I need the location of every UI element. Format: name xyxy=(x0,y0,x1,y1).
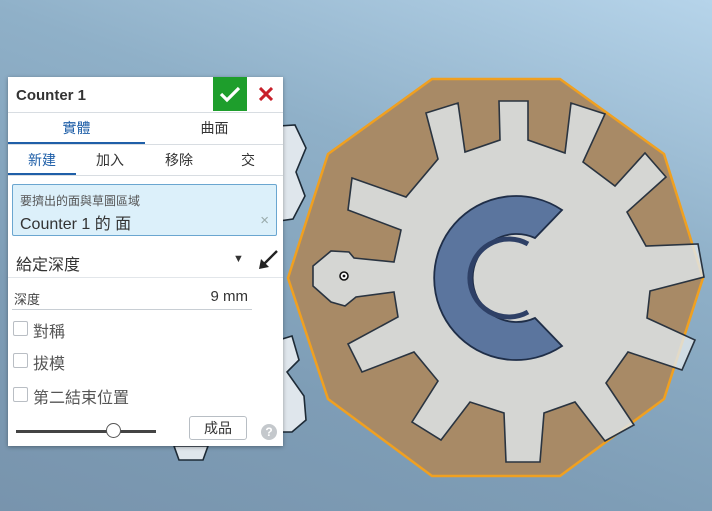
tab-solid[interactable]: 實體 xyxy=(8,113,145,144)
end-type-dropdown[interactable]: 給定深度 ▼ xyxy=(8,245,283,278)
tab-new[interactable]: 新建 xyxy=(8,145,76,175)
tab-add[interactable]: 加入 xyxy=(76,145,144,175)
rollback-slider-thumb[interactable] xyxy=(106,423,121,438)
panel-header: Counter 1 xyxy=(8,77,283,113)
second-end-checkbox[interactable] xyxy=(13,387,28,402)
final-button[interactable]: 成品 xyxy=(189,416,247,440)
cancel-button[interactable] xyxy=(249,77,283,111)
tab-surface[interactable]: 曲面 xyxy=(146,113,283,144)
extrude-feature-panel: Counter 1 實體 曲面 新建 加入 移除 交 要擠出的面與草圖區域 Co… xyxy=(8,77,283,446)
selection-field-label: 要擠出的面與草圖區域 xyxy=(20,194,141,208)
selected-face-item[interactable]: Counter 1 的 面 xyxy=(20,210,131,234)
depth-input-row[interactable]: 深度 9 mm xyxy=(12,283,252,310)
tab-intersect[interactable]: 交 xyxy=(214,145,282,175)
help-icon[interactable]: ? xyxy=(261,424,277,440)
end-type-value: 給定深度 xyxy=(16,257,81,274)
draft-label: 拔模 xyxy=(33,356,66,373)
draft-checkbox-row[interactable]: 拔模 xyxy=(13,349,213,373)
close-x-icon xyxy=(259,87,273,101)
accept-button[interactable] xyxy=(213,77,247,111)
second-end-label: 第二結束位置 xyxy=(33,390,130,407)
second-end-checkbox-row[interactable]: 第二結束位置 xyxy=(13,383,213,407)
feature-name[interactable]: Counter 1 xyxy=(16,87,86,104)
body-type-tabs: 實體 曲面 xyxy=(8,113,283,145)
depth-label: 深度 xyxy=(14,292,41,307)
selection-field[interactable]: 要擠出的面與草圖區域 Counter 1 的 面 × xyxy=(12,184,277,236)
clear-selection-icon[interactable]: × xyxy=(260,212,269,229)
symmetric-checkbox[interactable] xyxy=(13,321,28,336)
tab-remove[interactable]: 移除 xyxy=(145,145,213,175)
chevron-down-icon[interactable]: ▼ xyxy=(233,253,244,265)
operation-tabs: 新建 加入 移除 交 xyxy=(8,145,283,176)
draft-checkbox[interactable] xyxy=(13,353,28,368)
symmetric-label: 對稱 xyxy=(33,324,66,341)
flip-direction-arrow-icon[interactable] xyxy=(255,247,281,273)
depth-input[interactable]: 9 mm xyxy=(211,288,249,305)
symmetric-checkbox-row[interactable]: 對稱 xyxy=(13,317,213,341)
checkmark-icon xyxy=(219,86,241,103)
rollback-slider-track[interactable] xyxy=(16,430,156,433)
